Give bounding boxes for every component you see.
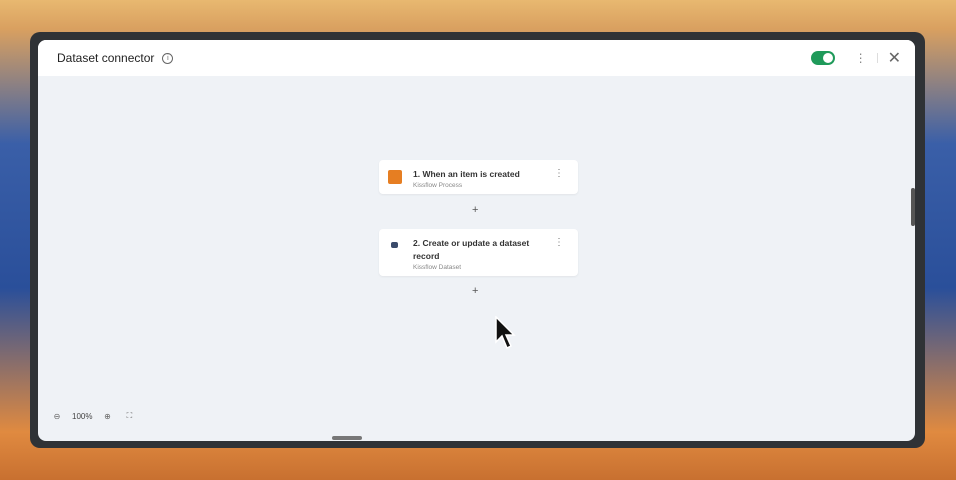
step-menu-icon[interactable]: ⋮ — [554, 237, 564, 248]
info-icon[interactable]: i — [162, 52, 174, 64]
divider — [876, 53, 878, 63]
dataset-icon — [391, 242, 398, 248]
add-step-button[interactable]: + — [472, 204, 478, 216]
close-icon[interactable]: ✕ — [888, 48, 901, 68]
zoom-level: 100% — [72, 411, 93, 421]
scrollbar[interactable] — [911, 188, 915, 226]
connector-dialog: Dataset connector i ⋮ ✕ 1. When an item … — [38, 40, 915, 441]
mouse-cursor-icon — [495, 316, 516, 350]
header: Dataset connector i ⋮ ✕ — [38, 40, 915, 76]
step-title: 2. Create or update a dataset record — [413, 238, 530, 261]
add-step-button[interactable]: + — [472, 285, 478, 297]
fit-screen-icon[interactable]: ⛶ — [122, 409, 136, 423]
process-icon — [388, 170, 402, 184]
step-title: 1. When an item is created — [413, 169, 520, 179]
more-options-icon[interactable]: ⋮ — [855, 51, 867, 65]
resize-handle[interactable] — [332, 436, 362, 440]
page-title: Dataset connector — [57, 51, 155, 65]
zoom-controls: ⊖ 100% ⊕ ⛶ — [50, 409, 136, 423]
step-subtitle: Kissflow Dataset — [413, 264, 462, 271]
step-menu-icon[interactable]: ⋮ — [554, 168, 564, 179]
step-card-action[interactable]: 2. Create or update a dataset record Kiss… — [379, 229, 578, 276]
enable-toggle[interactable] — [810, 51, 835, 65]
zoom-in-icon[interactable]: ⊕ — [100, 409, 114, 423]
step-subtitle: Kissflow Process — [413, 182, 463, 189]
step-card-trigger[interactable]: 1. When an item is created Kissflow Proce… — [379, 160, 578, 194]
zoom-out-icon[interactable]: ⊖ — [50, 409, 64, 423]
